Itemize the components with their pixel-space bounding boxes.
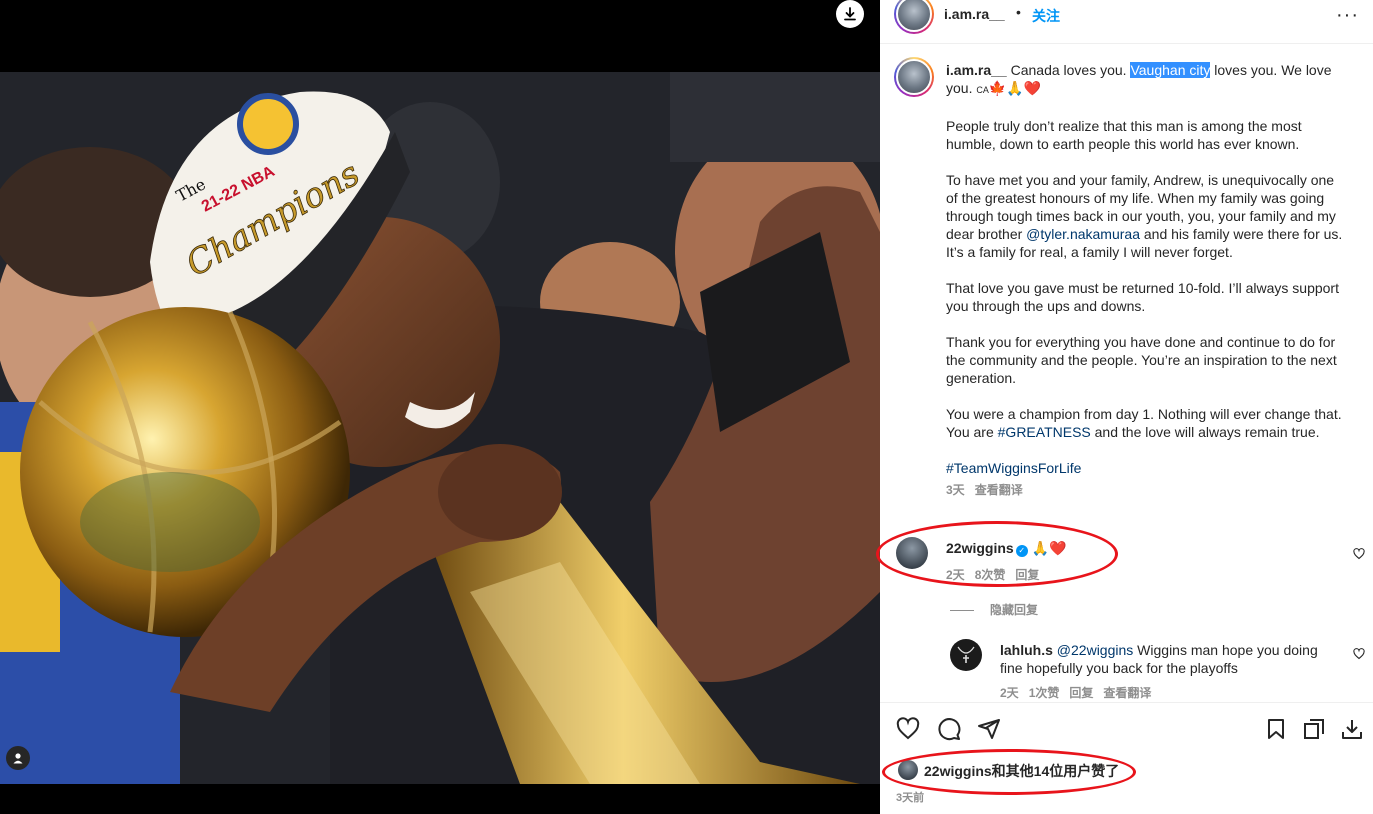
- caption-text: Canada loves you.: [1006, 62, 1131, 78]
- likes-summary[interactable]: 22wiggins和其他14位用户赞了: [924, 761, 1119, 781]
- comment-like-heart-icon[interactable]: [1353, 548, 1365, 560]
- reply-button[interactable]: 回复: [1069, 686, 1093, 700]
- reply-lahluh: lahluh.s @22wiggins Wiggins man hope you…: [1000, 641, 1335, 677]
- caption-emojis: 🍁🙏❤️: [988, 80, 1042, 96]
- more-options-icon[interactable]: ···: [1336, 4, 1359, 27]
- user-tag-button[interactable]: [6, 746, 30, 770]
- post-timestamp[interactable]: 3天前: [896, 789, 924, 805]
- verified-icon: ✓: [1015, 545, 1028, 557]
- photo-illustration: The 21-22 NBA Champions: [0, 72, 880, 784]
- see-translation-link[interactable]: 查看翻译: [1103, 686, 1151, 700]
- caption-paragraph-7: #TeamWigginsForLife: [946, 459, 1346, 477]
- media-panel: The 21-22 NBA Champions: [0, 0, 880, 814]
- separator-dot: •: [1016, 4, 1021, 20]
- download-icon: [844, 7, 856, 21]
- caption-text: and the love will always remain true.: [1090, 424, 1320, 440]
- necklace-icon: [957, 646, 975, 663]
- download-icon[interactable]: [1340, 717, 1364, 741]
- reply-avatar[interactable]: [950, 639, 982, 671]
- follow-button[interactable]: 关注: [1032, 6, 1060, 26]
- post-side-panel: i.am.ra__ • 关注 ··· i.am.ra__ Canada love…: [880, 0, 1373, 814]
- comment-time[interactable]: 2天: [946, 568, 965, 582]
- download-button[interactable]: [836, 0, 864, 28]
- hashtag-link[interactable]: #TeamWigginsForLife: [946, 460, 1081, 476]
- comment-avatar[interactable]: [896, 537, 928, 569]
- caption-meta: 3天 查看翻译: [946, 481, 1346, 499]
- caption-paragraph-1: i.am.ra__ Canada loves you. Vaughan city…: [946, 61, 1346, 99]
- flag-code: CA: [976, 85, 989, 95]
- mention-link[interactable]: @tyler.nakamuraa: [1026, 226, 1140, 242]
- caption-paragraph-5: Thank you for everything you have done a…: [946, 334, 1341, 386]
- copy-icon[interactable]: [1302, 717, 1326, 741]
- hide-replies-label: 隐藏回复: [990, 603, 1039, 617]
- caption-time[interactable]: 3天: [946, 483, 965, 497]
- caption-paragraph-4: That love you gave must be returned 10-f…: [946, 280, 1343, 314]
- reply-meta: 2天 1次赞 回复 查看翻译: [1000, 684, 1161, 701]
- caption-paragraph-2: People truly don’t realize that this man…: [946, 118, 1306, 152]
- caption-username[interactable]: i.am.ra__: [946, 62, 1007, 78]
- hide-replies-button[interactable]: 隐藏回复: [950, 601, 1038, 618]
- comment-meta: 2天 8次赞 回复: [946, 566, 1049, 583]
- selected-text: Vaughan city: [1130, 62, 1211, 78]
- reply-likes[interactable]: 1次赞: [1029, 686, 1060, 700]
- user-tag-icon: [13, 753, 23, 764]
- comment-likes[interactable]: 8次赞: [975, 568, 1006, 582]
- caption-avatar[interactable]: [894, 57, 934, 97]
- caption-paragraph-3: To have met you and your family, Andrew,…: [946, 171, 1346, 261]
- hashtag-link[interactable]: #GREATNESS: [998, 424, 1091, 440]
- save-icon[interactable]: [1264, 717, 1288, 741]
- reply-button[interactable]: 回复: [1015, 568, 1039, 582]
- heart-icon[interactable]: [896, 717, 920, 741]
- action-bar: [880, 702, 1373, 752]
- comment-text: 🙏❤️: [1031, 540, 1067, 556]
- reply-time[interactable]: 2天: [1000, 686, 1019, 700]
- post-photo[interactable]: The 21-22 NBA Champions: [0, 72, 880, 784]
- hide-replies-line: [950, 610, 974, 612]
- post-header: i.am.ra__ • 关注 ···: [880, 0, 1373, 44]
- caption: i.am.ra__ Canada loves you. Vaughan city…: [946, 61, 1346, 499]
- comment-22wiggins: 22wiggins ✓ 🙏❤️: [946, 539, 1067, 557]
- liker-avatar[interactable]: [898, 760, 918, 780]
- author-avatar[interactable]: [894, 0, 934, 34]
- comment-icon[interactable]: [937, 717, 961, 741]
- mention-link[interactable]: @22wiggins: [1057, 642, 1133, 658]
- share-icon[interactable]: [977, 717, 1001, 741]
- reply-like-heart-icon[interactable]: [1353, 648, 1365, 660]
- caption-paragraph-6: You were a champion from day 1. Nothing …: [946, 405, 1346, 441]
- comments-scroll-area[interactable]: i.am.ra__ Canada loves you. Vaughan city…: [880, 45, 1373, 702]
- comment-username[interactable]: 22wiggins: [946, 540, 1014, 556]
- reply-username[interactable]: lahluh.s: [1000, 642, 1053, 658]
- see-translation-link[interactable]: 查看翻译: [975, 483, 1023, 497]
- author-username[interactable]: i.am.ra__: [944, 6, 1005, 22]
